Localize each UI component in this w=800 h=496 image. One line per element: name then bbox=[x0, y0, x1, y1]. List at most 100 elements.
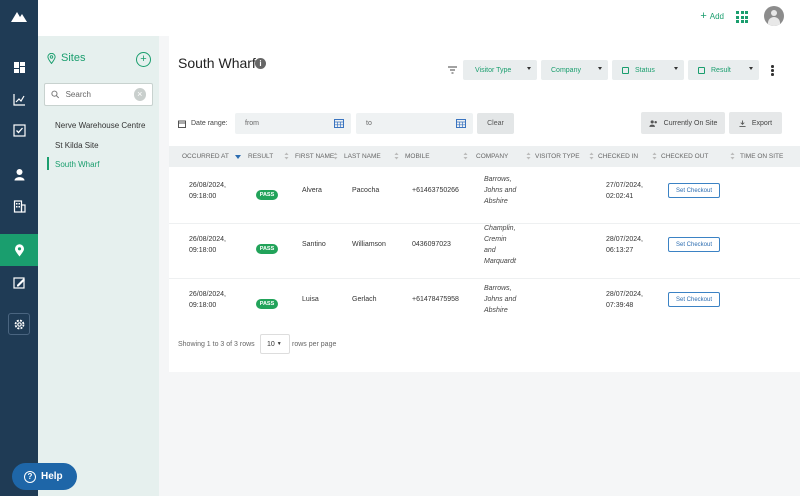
checked-in-cell: 27/07/2024, 02:02:41 bbox=[606, 182, 643, 200]
company-filter[interactable]: Company bbox=[541, 60, 608, 80]
help-button[interactable]: ? Help bbox=[12, 463, 77, 490]
status-badge: PASS bbox=[256, 190, 278, 200]
last-name-cell: Gerlach bbox=[352, 296, 377, 303]
column-header-company[interactable]: COMPANY bbox=[476, 153, 508, 160]
date-from-input[interactable]: from bbox=[235, 113, 351, 134]
page-size-value: 10 bbox=[267, 340, 275, 348]
nav-reports[interactable] bbox=[0, 84, 38, 114]
nav-people[interactable] bbox=[0, 159, 38, 189]
person-icon bbox=[14, 168, 24, 180]
visitor-type-filter[interactable]: Visitor Type bbox=[463, 60, 537, 80]
calendar-icon[interactable] bbox=[334, 119, 344, 128]
column-header-first-name[interactable]: FIRST NAME bbox=[295, 153, 334, 160]
search-icon bbox=[51, 90, 60, 99]
page-title: South Wharf bbox=[178, 55, 256, 71]
nav-settings[interactable] bbox=[0, 309, 38, 339]
clear-button[interactable]: Clear bbox=[477, 113, 514, 134]
clear-search-icon[interactable]: × bbox=[133, 88, 146, 101]
table-row[interactable]: 26/08/2024, 09:18:00 PASS Santino Willia… bbox=[169, 224, 800, 278]
result-filter[interactable]: Result bbox=[688, 60, 759, 80]
download-icon bbox=[739, 119, 746, 127]
sort-icon[interactable] bbox=[463, 152, 468, 160]
sort-icon[interactable] bbox=[589, 152, 594, 160]
calendar-icon[interactable] bbox=[456, 119, 466, 128]
search-input[interactable] bbox=[65, 90, 128, 99]
sites-title: Sites bbox=[61, 52, 86, 64]
export-button[interactable]: Export bbox=[729, 112, 782, 134]
from-placeholder: from bbox=[245, 120, 259, 127]
checkbox-icon bbox=[12, 123, 26, 137]
sort-desc-icon[interactable] bbox=[235, 155, 241, 159]
company-cell: Barrows, Johns and Abshire bbox=[484, 285, 517, 314]
people-icon bbox=[649, 119, 657, 127]
sort-icon[interactable] bbox=[526, 152, 531, 160]
checked-in-cell: 28/07/2024, 07:39:48 bbox=[606, 291, 643, 309]
left-nav bbox=[0, 0, 38, 496]
avatar[interactable] bbox=[764, 6, 784, 26]
logo-icon[interactable] bbox=[10, 9, 28, 23]
set-checkout-button[interactable]: Set Checkout bbox=[668, 292, 720, 307]
column-header-occurred-at[interactable]: OCCURRED AT bbox=[182, 153, 229, 160]
add-site-button[interactable]: + bbox=[136, 52, 151, 67]
set-checkout-button[interactable]: Set Checkout bbox=[668, 183, 720, 198]
sort-icon[interactable] bbox=[652, 152, 657, 160]
nav-companies[interactable] bbox=[0, 191, 38, 221]
caret-down-icon bbox=[598, 67, 602, 70]
pagination-info: Showing 1 to 3 of 3 rows bbox=[178, 341, 255, 348]
info-icon[interactable]: i bbox=[255, 58, 266, 69]
page-size-select[interactable]: 10 ▼ bbox=[260, 334, 290, 354]
status-filter[interactable]: Status bbox=[612, 60, 684, 80]
column-header-mobile[interactable]: MOBILE bbox=[405, 153, 430, 160]
plus-icon: + bbox=[140, 53, 147, 65]
main-content: South Wharf i Visitor Type Company Statu… bbox=[159, 36, 800, 496]
building-icon bbox=[13, 199, 26, 213]
sort-icon[interactable] bbox=[730, 152, 735, 160]
sort-icon[interactable] bbox=[333, 152, 338, 160]
mobile-cell: +61463750266 bbox=[412, 187, 459, 194]
table-header: OCCURRED AT RESULT FIRST NAME LAST NAME … bbox=[169, 146, 800, 167]
table-row[interactable]: 26/08/2024, 09:18:00 PASS Luisa Gerlach … bbox=[169, 279, 800, 325]
set-checkout-button[interactable]: Set Checkout bbox=[668, 237, 720, 252]
sort-icon[interactable] bbox=[394, 152, 399, 160]
sites-header: Sites bbox=[47, 52, 85, 64]
sites-panel: Sites + × Nerve Warehouse Centre St Kild… bbox=[38, 36, 159, 496]
location-pin-icon bbox=[14, 243, 24, 256]
result-icon bbox=[698, 66, 705, 74]
nav-forms[interactable] bbox=[0, 267, 38, 297]
nav-tasks[interactable] bbox=[0, 115, 38, 145]
company-cell: Champlin, Cremin and Marquardt bbox=[484, 225, 516, 265]
currently-on-site-label: Currently On Site bbox=[663, 119, 718, 127]
site-item-south-wharf[interactable]: South Wharf bbox=[46, 157, 145, 180]
nav-sites[interactable] bbox=[0, 234, 38, 266]
table-row[interactable]: 26/08/2024, 09:18:00 PASS Alvera Pacocha… bbox=[169, 167, 800, 223]
column-header-checked-out[interactable]: CHECKED OUT bbox=[661, 153, 708, 160]
company-cell: Barrows, Johns and Abshire bbox=[484, 176, 517, 205]
sort-icon[interactable] bbox=[284, 152, 289, 160]
nav-dashboard[interactable] bbox=[0, 52, 38, 82]
site-item-st-kilda-site[interactable]: St Kilda Site bbox=[55, 141, 145, 161]
column-header-last-name[interactable]: LAST NAME bbox=[344, 153, 381, 160]
more-options-icon[interactable] bbox=[771, 65, 774, 76]
column-header-result[interactable]: RESULT bbox=[248, 153, 273, 160]
top-bar: + Add bbox=[38, 0, 800, 36]
settings-box bbox=[8, 313, 30, 335]
export-label: Export bbox=[751, 119, 773, 127]
site-item-nerve-warehouse-centre[interactable]: Nerve Warehouse Centre bbox=[55, 121, 145, 141]
apps-grid-icon[interactable] bbox=[736, 11, 748, 23]
caret-down-icon bbox=[527, 67, 531, 70]
result-label: Result bbox=[711, 66, 731, 74]
occurred-at-cell: 26/08/2024, 09:18:00 bbox=[189, 236, 226, 254]
column-header-visitor-type[interactable]: VISITOR TYPE bbox=[535, 153, 580, 160]
column-header-time-on-site[interactable]: TIME ON SITE bbox=[740, 153, 783, 160]
visitor-type-label: Visitor Type bbox=[475, 66, 512, 74]
filter-icon[interactable] bbox=[448, 66, 457, 74]
rows-per-page-label: rows per page bbox=[292, 341, 337, 348]
status-icon bbox=[622, 66, 629, 74]
caret-down-icon bbox=[674, 67, 678, 70]
currently-on-site-button[interactable]: Currently On Site bbox=[641, 112, 725, 134]
column-header-checked-in[interactable]: CHECKED IN bbox=[598, 153, 638, 160]
add-button[interactable]: + Add bbox=[700, 11, 724, 22]
company-label: Company bbox=[551, 66, 581, 74]
gear-icon bbox=[14, 319, 24, 329]
date-to-input[interactable]: to bbox=[356, 113, 473, 134]
